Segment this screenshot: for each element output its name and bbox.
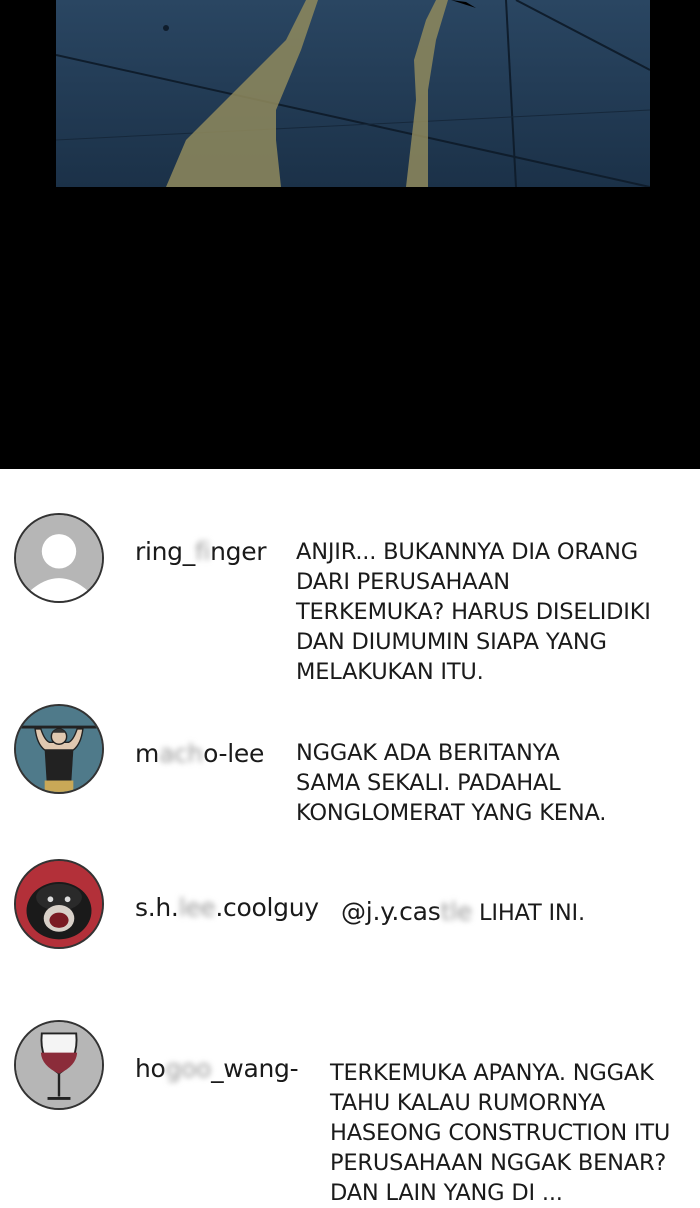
comment-username[interactable]: ring_finger (135, 537, 267, 566)
user-avatar-icon[interactable] (14, 513, 104, 603)
weightlifter-avatar-icon[interactable] (14, 704, 104, 794)
comic-panel-image (56, 0, 650, 187)
gorilla-avatar-icon[interactable] (14, 859, 104, 949)
comment-username[interactable]: hogoo_wang- (135, 1054, 299, 1083)
comment-text: ANJIR... BUKANNYA DIA ORANG DARI PERUSAH… (296, 539, 651, 685)
wine-glass-avatar-icon[interactable] (14, 1020, 104, 1110)
comment-text: @j.y.castle LIHAT INI. (341, 897, 585, 926)
comment-username[interactable]: s.h.lee.coolguy (135, 893, 319, 922)
comment-text: NGGAK ADA BERITANYA SAMA SEKALI. PADAHAL… (296, 740, 607, 826)
comment-text: TERKEMUKA APANYA. NGGAK TAHU KALAU RUMOR… (330, 1060, 671, 1206)
comment-username[interactable]: macho-lee (135, 739, 264, 768)
user-mention[interactable]: @j.y.castle (341, 897, 472, 926)
